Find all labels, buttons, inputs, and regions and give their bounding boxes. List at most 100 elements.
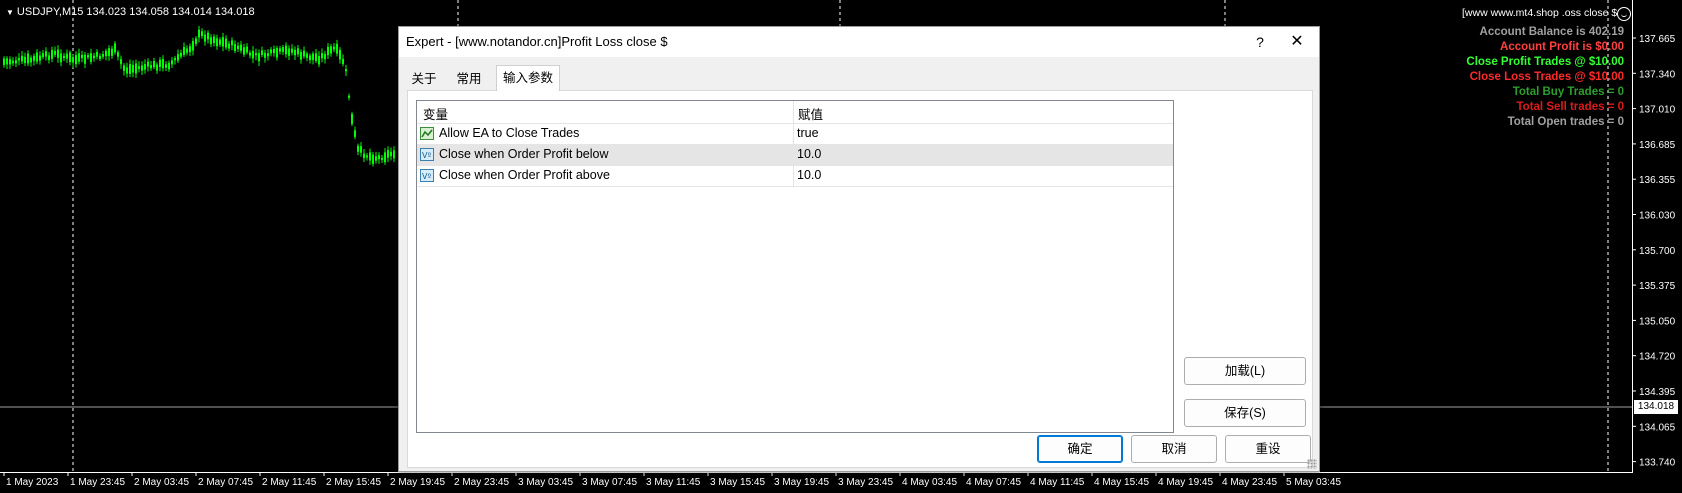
tab-about[interactable]: 关于 [407,69,441,90]
time-tick-label: 2 May 03:45 [134,477,189,488]
candle-body [351,113,353,124]
candle-body [282,47,284,52]
candle-body [42,53,44,57]
candle-body [204,34,206,42]
time-tick-label: 2 May 19:45 [390,477,445,488]
candle-body [258,53,260,62]
candle-body [9,59,11,65]
price-tick-label: 133.740 [1639,458,1676,469]
time-tick-label: 2 May 23:45 [454,477,509,488]
time-tick-label: 4 May 15:45 [1094,477,1149,488]
candle-body [174,58,176,61]
load-button[interactable]: 加载(L) [1184,357,1306,385]
candle-body [381,157,383,160]
candle-body [81,54,83,59]
price-tick-label: 135.700 [1639,246,1676,257]
candle-body [312,53,314,60]
candle-body [63,55,65,59]
candlestick-series [3,25,395,167]
candle-body [111,48,113,56]
candle-body [18,57,20,61]
save-button[interactable]: 保存(S) [1184,399,1306,427]
ok-button[interactable]: 确定 [1037,435,1123,463]
close-button[interactable]: ✕ [1285,31,1309,53]
grid-header: 变量 赋值 [417,101,1173,124]
dialog-title-bar[interactable]: Expert - [www.notandor.cn]Profit Loss cl… [399,27,1319,57]
time-tick-label: 4 May 19:45 [1158,477,1213,488]
column-header-variable[interactable]: 变量 [423,104,448,123]
collapse-triangle-icon[interactable]: ▼ [6,8,14,17]
tab-common[interactable]: 常用 [449,69,489,90]
time-axis-border [0,472,1633,473]
expert-properties-dialog: Expert - [www.notandor.cn]Profit Loss cl… [398,26,1320,472]
svg-text:Vº: Vº [422,172,431,181]
candle-body [30,57,32,63]
candle-body [177,54,179,61]
candle-body [348,95,350,98]
candle-body [156,64,158,71]
candle-body [234,44,236,52]
svg-text:Vº: Vº [422,151,431,160]
candle-body [342,58,344,65]
param-value[interactable]: 10.0 [797,147,821,161]
price-tick-label: 136.685 [1639,140,1676,151]
price-tick-label: 134.720 [1639,352,1676,363]
price-tick-label: 137.340 [1639,69,1676,80]
candle-body [66,53,68,59]
param-row[interactable]: Vº Close when Order Profit below 10.0 [417,145,1173,166]
candle-body [333,46,335,50]
candle-body [327,46,329,56]
candle-body [99,55,101,59]
price-axis-border [1632,0,1633,473]
candle-body [171,60,173,65]
reset-button[interactable]: 重设 [1225,435,1311,463]
price-axis: 137.665 137.340 137.010 136.685 136.355 136.0… [1632,34,1676,493]
candle-body [270,49,272,54]
param-row[interactable]: Allow EA to Close Trades true [417,124,1173,145]
candle-body [294,49,296,56]
cancel-button[interactable]: 取消 [1131,435,1217,463]
candle-body [330,46,332,54]
param-value[interactable]: 10.0 [797,168,821,182]
time-tick-label: 2 May 11:45 [262,477,317,488]
parameters-grid[interactable]: 变量 赋值 Allow EA to Close Trades true Vº C… [416,100,1174,433]
candle-body [324,53,326,60]
candle-body [366,155,368,158]
ea-name-label: [www www.mt4.shop .oss close $ [1462,7,1618,19]
candle-body [267,53,269,57]
time-tick-label: 2 May 07:45 [198,477,253,488]
param-row[interactable]: Vº Close when Order Profit above 10.0 [417,166,1173,187]
candle-body [75,55,77,65]
time-tick-label: 3 May 11:45 [646,477,701,488]
time-tick-label: 4 May 03:45 [902,477,957,488]
param-value[interactable]: true [797,126,819,140]
tab-inputs[interactable]: 输入参数 [496,65,560,91]
candle-body [159,59,161,68]
candle-body [60,53,62,63]
symbol-quote: USDJPY,M15 134.023 134.058 134.014 134.0… [16,6,255,18]
candle-body [6,58,8,65]
column-header-value[interactable]: 赋值 [798,104,823,123]
resize-grip-icon[interactable] [1307,459,1317,469]
candle-body [198,29,200,38]
candle-body [123,65,125,71]
candle-body [192,40,194,51]
candle-body [189,46,191,53]
candle-body [147,61,149,67]
bool-param-icon [420,127,434,140]
candle-body [231,40,233,46]
candle-body [84,54,86,64]
help-button[interactable]: ? [1249,31,1271,53]
candle-body [369,152,371,161]
info-line: Total Buy Trades = 0 [1512,86,1624,98]
price-tick-label: 136.030 [1639,211,1676,222]
price-tick-label: 135.375 [1639,281,1676,292]
candle-body [183,47,185,55]
candle-body [201,31,203,37]
param-name: Close when Order Profit below [439,147,609,161]
price-tick-label: 136.355 [1639,175,1676,186]
candle-body [252,50,254,59]
time-axis: 1 May 2023 1 May 23:45 2 May 03:45 2 May 07… [3,472,1341,488]
candle-body [378,155,380,160]
candle-body [303,50,305,57]
